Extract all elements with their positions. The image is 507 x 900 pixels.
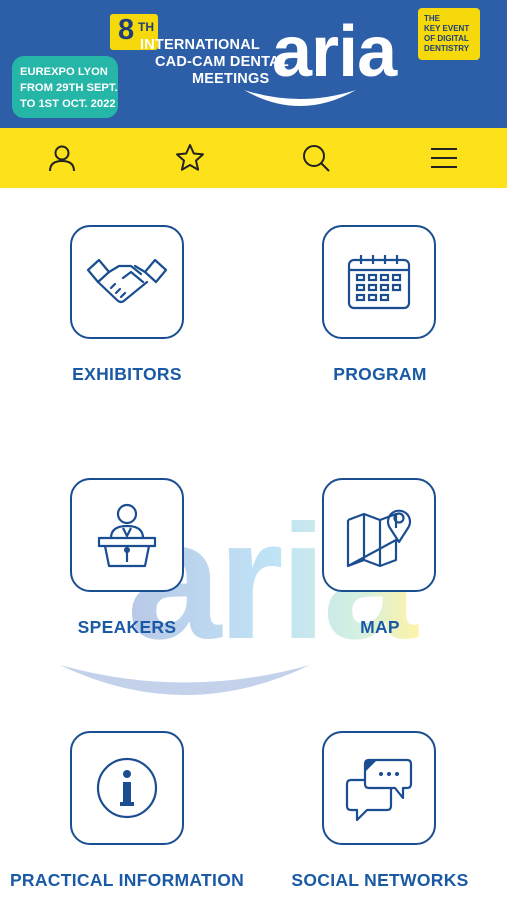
key-event-line-4: DENTISTRY [424,44,470,53]
key-event-line-1: THE [424,14,440,23]
practical-information-tile[interactable] [70,731,184,845]
event-title-line-2: CAD-CAM DENTAL [155,54,289,70]
event-banner: 8 TH INTERNATIONAL CAD-CAM DENTAL MEETIN… [0,0,507,128]
social-networks-label[interactable]: SOCIAL NETWORKS [253,870,507,891]
venue-line-2: FROM 29TH SEPT. [20,82,118,94]
practical-information-label[interactable]: PRACTICAL INFORMATION [0,870,254,891]
venue-line-3: TO 1ST OCT. 2022 [20,98,116,110]
social-networks-tile[interactable] [322,731,436,845]
search-button[interactable] [298,140,334,176]
favorites-button[interactable] [172,140,208,176]
info-icon [96,757,158,819]
venue-line-1: EUREXPO LYON [20,66,108,78]
edition-number: 8 [118,14,135,46]
exhibitors-label[interactable]: EXHIBITORS [0,364,254,385]
calendar-icon [347,255,411,310]
chat-bubbles-icon [345,758,413,822]
speakers-label[interactable]: SPEAKERS [0,617,254,638]
logo-smile-icon [244,90,356,106]
key-event-line-3: OF DIGITAL [424,34,469,43]
program-label[interactable]: PROGRAM [253,364,507,385]
top-toolbar [0,128,507,188]
exhibitors-tile[interactable] [70,225,184,339]
profile-button[interactable] [44,140,80,176]
star-icon [176,144,204,171]
speakers-tile[interactable] [70,478,184,592]
map-tile[interactable] [322,478,436,592]
search-icon [303,145,330,172]
key-event-line-2: KEY EVENT [424,24,470,33]
speaker-podium-icon [97,503,157,568]
aria-logo-text: aria [272,12,397,92]
handshake-icon [86,258,168,304]
hamburger-menu-icon [431,148,457,168]
map-label[interactable]: MAP [253,617,507,638]
event-title-line-1: INTERNATIONAL [140,37,260,53]
program-tile[interactable] [322,225,436,339]
menu-button[interactable] [426,140,462,176]
event-title-line-3: MEETINGS [192,71,270,87]
venue-badge: EUREXPO LYON FROM 29TH SEPT. TO 1ST OCT.… [12,56,118,118]
key-event-badge: THE KEY EVENT OF DIGITAL DENTISTRY [418,8,480,60]
edition-suffix: TH [138,20,154,34]
map-pin-icon [346,509,412,568]
user-icon [49,145,75,172]
